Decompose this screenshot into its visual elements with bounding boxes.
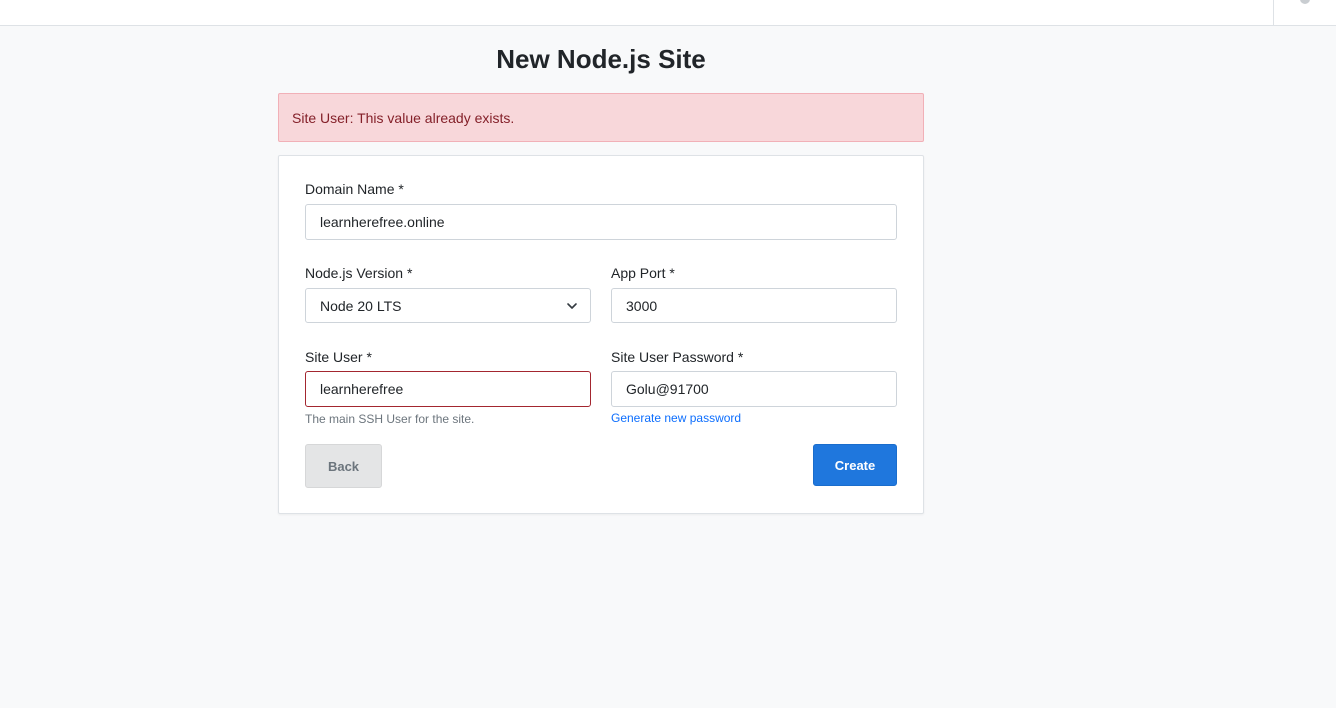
nodejs-version-select[interactable]: Node 20 LTS	[305, 288, 591, 323]
back-button[interactable]: Back	[305, 444, 382, 488]
site-user-password-label: Site User Password *	[611, 349, 744, 365]
site-user-label: Site User *	[305, 349, 372, 365]
domain-name-label: Domain Name *	[305, 181, 404, 197]
site-user-password-input[interactable]: Golu@91700	[611, 371, 897, 407]
app-port-label: App Port *	[611, 265, 675, 281]
site-user-value: learnherefree	[320, 381, 404, 397]
app-port-input[interactable]: 3000	[611, 288, 897, 323]
error-alert-message: Site User: This value already exists.	[292, 110, 515, 126]
nodejs-version-value: Node 20 LTS	[320, 297, 402, 314]
site-user-help-text: The main SSH User for the site.	[305, 412, 475, 426]
domain-name-input[interactable]: learnherefree.online	[305, 204, 897, 240]
generate-password-link[interactable]: Generate new password	[611, 411, 741, 425]
site-user-password-value: Golu@91700	[626, 381, 709, 397]
create-button[interactable]: Create	[813, 444, 897, 486]
site-user-input[interactable]: learnherefree	[305, 371, 591, 407]
app-port-value: 3000	[626, 297, 658, 314]
nodejs-version-label: Node.js Version *	[305, 265, 413, 281]
chevron-down-icon	[567, 303, 577, 309]
domain-name-value: learnherefree.online	[320, 214, 445, 230]
user-menu[interactable]	[1273, 0, 1336, 25]
user-avatar-icon[interactable]	[1300, 0, 1310, 4]
page-title: New Node.js Site	[496, 44, 706, 74]
top-navbar	[0, 0, 1336, 26]
new-site-form: Domain Name * learnherefree.online Node.…	[278, 155, 924, 514]
error-alert: Site User: This value already exists.	[278, 93, 924, 142]
